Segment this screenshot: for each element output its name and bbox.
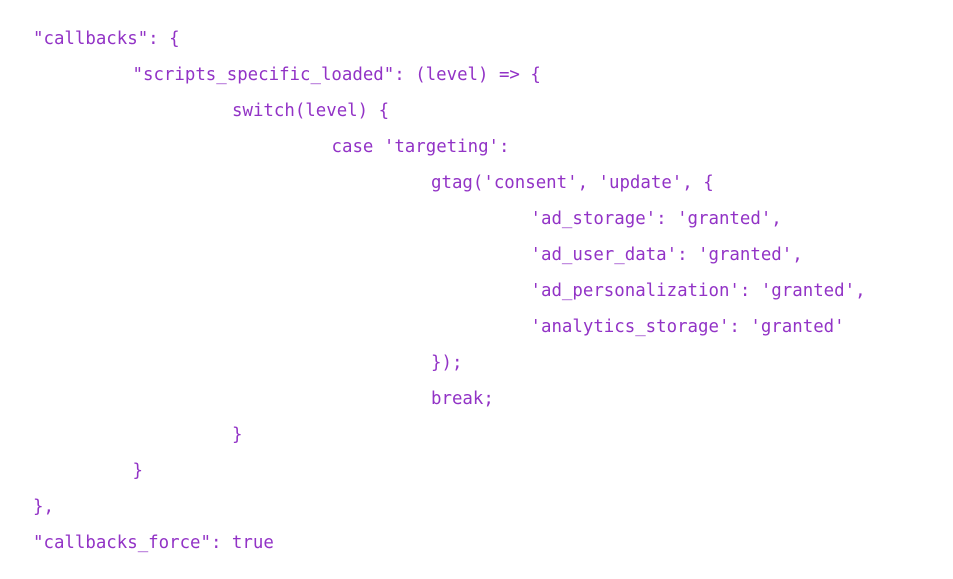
code-line-text: 'analytics_storage': 'granted' — [530, 317, 845, 337]
code-line: switch(level) { — [0, 93, 389, 129]
code-line: 'analytics_storage': 'granted' — [0, 309, 845, 345]
code-line: "callbacks": { — [0, 21, 180, 57]
code-line: break; — [0, 381, 494, 417]
code-line: gtag('consent', 'update', { — [0, 165, 714, 201]
code-line-text: "scripts_specific_loaded": (level) => { — [132, 65, 541, 85]
code-line-text: switch(level) { — [232, 101, 390, 121]
code-line-text: } — [132, 461, 143, 481]
code-line: "scripts_specific_loaded": (level) => { — [0, 57, 541, 93]
code-line: 'ad_personalization': 'granted', — [0, 273, 866, 309]
code-line-text: }, — [33, 497, 54, 517]
code-line-text: 'ad_personalization': 'granted', — [530, 281, 866, 301]
code-line: "callbacks_force": true — [0, 525, 274, 561]
code-line: } — [0, 453, 143, 489]
code-line: case 'targeting': — [0, 129, 510, 165]
code-line-text: 'ad_storage': 'granted', — [530, 209, 782, 229]
code-line-text: break; — [431, 389, 494, 409]
code-line: 'ad_user_data': 'granted', — [0, 237, 803, 273]
code-line: }, — [0, 489, 54, 525]
code-block[interactable]: "callbacks": { "scripts_specific_loaded":… — [0, 0, 953, 579]
code-line-text: } — [232, 425, 243, 445]
code-line-text: "callbacks_force": true — [33, 533, 274, 553]
code-line-text: }); — [431, 353, 463, 373]
code-line: } — [0, 417, 242, 453]
code-line-text: "callbacks": { — [33, 29, 180, 49]
code-line-text: case 'targeting': — [331, 137, 510, 157]
code-line: 'ad_storage': 'granted', — [0, 201, 782, 237]
code-line-text: gtag('consent', 'update', { — [431, 173, 714, 193]
code-line: }); — [0, 345, 462, 381]
code-line-text: 'ad_user_data': 'granted', — [530, 245, 803, 265]
